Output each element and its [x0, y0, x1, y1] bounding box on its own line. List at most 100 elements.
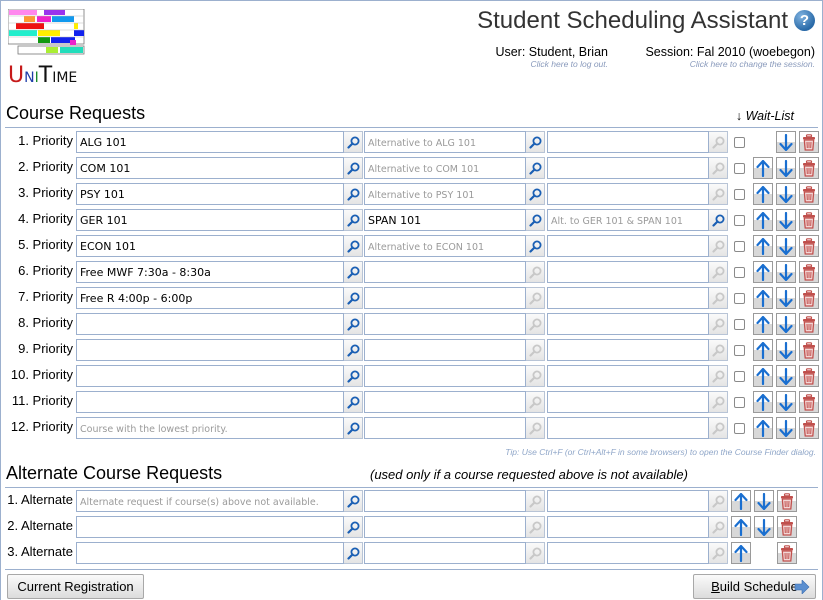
delete-row-button[interactable] — [799, 131, 819, 153]
course-finder-button[interactable] — [709, 209, 728, 231]
first-alternative-input[interactable] — [365, 236, 525, 256]
move-down-button[interactable] — [776, 235, 796, 257]
course-finder-button[interactable] — [709, 261, 728, 283]
delete-row-button[interactable] — [777, 490, 797, 512]
help-question-icon[interactable]: ? — [794, 10, 815, 31]
course-finder-button[interactable] — [526, 131, 545, 153]
course-finder-button[interactable] — [709, 365, 728, 387]
delete-row-button[interactable] — [799, 313, 819, 335]
course-finder-button[interactable] — [526, 516, 545, 538]
course-finder-button[interactable] — [709, 287, 728, 309]
waitlist-checkbox[interactable] — [734, 371, 745, 382]
course-finder-button[interactable] — [526, 183, 545, 205]
course-finder-button[interactable] — [526, 417, 545, 439]
course-finder-button[interactable] — [526, 313, 545, 335]
second-alternative-input[interactable] — [548, 543, 708, 563]
move-down-button[interactable] — [776, 417, 796, 439]
course-input[interactable] — [77, 543, 343, 563]
course-finder-button[interactable] — [709, 391, 728, 413]
first-alternative-input[interactable] — [365, 210, 525, 230]
delete-row-button[interactable] — [799, 261, 819, 283]
delete-row-button[interactable] — [799, 235, 819, 257]
course-finder-button[interactable] — [709, 313, 728, 335]
course-finder-button[interactable] — [709, 542, 728, 564]
course-finder-button[interactable] — [526, 261, 545, 283]
first-alternative-input[interactable] — [365, 158, 525, 178]
course-finder-button[interactable] — [344, 157, 363, 179]
first-alternative-input[interactable] — [365, 366, 525, 386]
course-input[interactable] — [77, 418, 343, 438]
first-alternative-input[interactable] — [365, 184, 525, 204]
move-up-button[interactable] — [753, 209, 773, 231]
move-up-button[interactable] — [731, 542, 751, 564]
course-input[interactable] — [77, 491, 343, 511]
course-input[interactable] — [77, 262, 343, 282]
course-finder-button[interactable] — [526, 235, 545, 257]
course-finder-button[interactable] — [344, 417, 363, 439]
second-alternative-input[interactable] — [548, 340, 708, 360]
first-alternative-input[interactable] — [365, 314, 525, 334]
move-up-button[interactable] — [753, 391, 773, 413]
course-input[interactable] — [77, 517, 343, 537]
waitlist-checkbox[interactable] — [734, 397, 745, 408]
delete-row-button[interactable] — [799, 209, 819, 231]
course-input[interactable] — [77, 210, 343, 230]
course-finder-button[interactable] — [344, 516, 363, 538]
move-up-button[interactable] — [753, 183, 773, 205]
delete-row-button[interactable] — [777, 516, 797, 538]
first-alternative-input[interactable] — [365, 132, 525, 152]
second-alternative-input[interactable] — [548, 314, 708, 334]
move-up-button[interactable] — [753, 339, 773, 361]
waitlist-checkbox[interactable] — [734, 423, 745, 434]
waitlist-checkbox[interactable] — [734, 241, 745, 252]
move-down-button[interactable] — [776, 157, 796, 179]
course-finder-button[interactable] — [344, 287, 363, 309]
first-alternative-input[interactable] — [365, 392, 525, 412]
delete-row-button[interactable] — [799, 339, 819, 361]
course-finder-button[interactable] — [344, 209, 363, 231]
course-finder-button[interactable] — [526, 287, 545, 309]
first-alternative-input[interactable] — [365, 340, 525, 360]
move-up-button[interactable] — [753, 235, 773, 257]
course-finder-button[interactable] — [709, 131, 728, 153]
move-down-button[interactable] — [776, 313, 796, 335]
second-alternative-input[interactable] — [548, 132, 708, 152]
course-finder-button[interactable] — [709, 339, 728, 361]
course-finder-button[interactable] — [526, 542, 545, 564]
first-alternative-input[interactable] — [365, 262, 525, 282]
move-down-button[interactable] — [776, 183, 796, 205]
waitlist-checkbox[interactable] — [734, 293, 745, 304]
course-finder-button[interactable] — [344, 261, 363, 283]
waitlist-checkbox[interactable] — [734, 163, 745, 174]
delete-row-button[interactable] — [799, 157, 819, 179]
course-finder-button[interactable] — [709, 235, 728, 257]
move-up-button[interactable] — [753, 287, 773, 309]
move-down-button[interactable] — [754, 516, 774, 538]
move-up-button[interactable] — [753, 261, 773, 283]
course-finder-button[interactable] — [344, 313, 363, 335]
waitlist-checkbox[interactable] — [734, 137, 745, 148]
second-alternative-input[interactable] — [548, 210, 708, 230]
course-finder-button[interactable] — [709, 183, 728, 205]
course-finder-button[interactable] — [344, 391, 363, 413]
second-alternative-input[interactable] — [548, 366, 708, 386]
course-finder-button[interactable] — [344, 542, 363, 564]
course-input[interactable] — [77, 314, 343, 334]
second-alternative-input[interactable] — [548, 491, 708, 511]
second-alternative-input[interactable] — [548, 418, 708, 438]
first-alternative-input[interactable] — [365, 418, 525, 438]
move-up-button[interactable] — [753, 417, 773, 439]
course-finder-button[interactable] — [526, 391, 545, 413]
course-input[interactable] — [77, 236, 343, 256]
course-input[interactable] — [77, 288, 343, 308]
second-alternative-input[interactable] — [548, 288, 708, 308]
course-finder-button[interactable] — [709, 490, 728, 512]
course-finder-button[interactable] — [526, 157, 545, 179]
waitlist-checkbox[interactable] — [734, 345, 745, 356]
course-finder-button[interactable] — [344, 235, 363, 257]
second-alternative-input[interactable] — [548, 392, 708, 412]
delete-row-button[interactable] — [799, 183, 819, 205]
move-up-button[interactable] — [753, 157, 773, 179]
first-alternative-input[interactable] — [365, 517, 525, 537]
waitlist-checkbox[interactable] — [734, 215, 745, 226]
